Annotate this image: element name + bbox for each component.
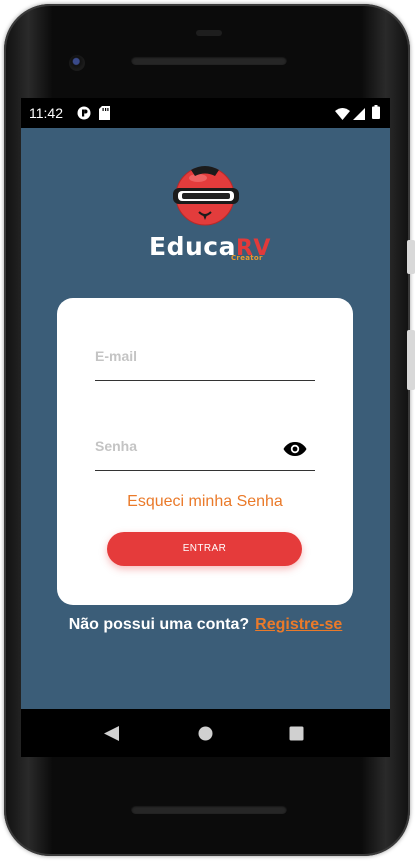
earpiece-speaker: [131, 56, 287, 65]
status-bar: 11:42: [21, 98, 390, 128]
nav-bar: [21, 709, 390, 757]
login-button[interactable]: ENTRAR: [107, 532, 302, 566]
power-button: [407, 240, 415, 274]
brand-name: Educa: [149, 232, 236, 261]
password-placeholder: Senha: [95, 438, 138, 454]
eye-icon[interactable]: [283, 441, 307, 462]
signup-prompt-row: Não possui uma conta? Registre-se: [21, 616, 390, 634]
login-card: E-mail Senha Esqueci minha Senha ENTRAR: [57, 298, 353, 605]
app-screen: 11:42 EducaRV Creator E-mail Senha Esque…: [21, 98, 390, 710]
cell-signal-icon: [353, 107, 365, 125]
forgot-password-link[interactable]: Esqueci minha Senha: [57, 493, 353, 511]
top-sensor: [196, 30, 222, 36]
back-icon[interactable]: [104, 726, 119, 746]
bottom-speaker: [131, 805, 287, 814]
email-underline: [95, 380, 315, 381]
brand-tagline: Creator: [231, 254, 263, 262]
vr-headset-logo: [171, 164, 243, 231]
recents-icon[interactable]: [289, 726, 304, 746]
notification-icon: [77, 106, 91, 125]
email-field[interactable]: E-mail: [57, 338, 353, 382]
password-underline: [95, 470, 315, 471]
volume-button: [407, 330, 415, 390]
signup-prompt: Não possui uma conta?: [68, 616, 250, 633]
battery-icon: [372, 105, 380, 124]
register-link[interactable]: Registre-se: [255, 616, 342, 633]
brand-wordmark: EducaRV Creator: [149, 232, 271, 262]
front-camera: [69, 55, 85, 71]
password-field[interactable]: Senha: [57, 428, 353, 472]
home-icon[interactable]: [198, 726, 213, 746]
status-time: 11:42: [29, 105, 63, 121]
email-placeholder: E-mail: [95, 348, 138, 364]
sd-card-icon: [99, 106, 110, 125]
wifi-icon: [335, 107, 350, 125]
